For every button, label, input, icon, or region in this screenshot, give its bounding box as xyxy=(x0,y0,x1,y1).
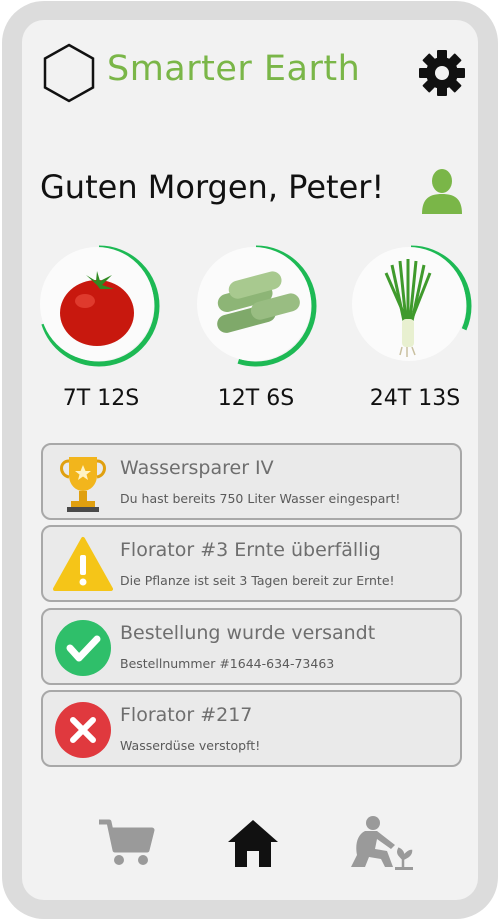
notification-card-harvest[interactable]: Florator #3 Ernte überfällig Die Pflanze… xyxy=(41,525,462,602)
tomato-icon xyxy=(60,271,134,346)
warning-icon xyxy=(53,537,113,591)
notification-title: Bestellung wurde versandt xyxy=(120,622,376,644)
gardening-icon[interactable] xyxy=(347,815,415,871)
plant-image xyxy=(40,247,154,361)
notification-title: Florator #3 Ernte überfällig xyxy=(120,539,381,561)
app-title: Smarter Earth xyxy=(107,49,361,89)
notification-subtitle: Wasserdüse verstopft! xyxy=(120,738,261,753)
notification-card-error[interactable]: Florator #217 Wasserdüse verstopft! xyxy=(41,690,462,767)
plant-tile-zucchini[interactable] xyxy=(194,244,318,368)
hexagon-logo-icon xyxy=(43,43,95,103)
notification-subtitle: Die Pflanze ist seit 3 Tagen bereit zur … xyxy=(120,573,395,588)
gear-icon[interactable] xyxy=(417,48,467,98)
zucchini-icon xyxy=(217,271,300,333)
notification-title: Wassersparer IV xyxy=(120,457,274,479)
plant-time-spring-onion: 24T 13S xyxy=(369,386,461,411)
greeting-text: Guten Morgen, Peter! xyxy=(40,168,385,206)
notification-card-achievement[interactable]: Wassersparer IV Du hast bereits 750 Lite… xyxy=(41,443,462,520)
spring-onion-icon xyxy=(384,259,432,357)
plant-time-zucchini: 12T 6S xyxy=(217,386,295,411)
notification-subtitle: Bestellnummer #1644-634-73463 xyxy=(120,656,335,671)
trophy-icon xyxy=(60,457,106,512)
plant-tile-spring-onion[interactable] xyxy=(349,244,473,368)
check-icon xyxy=(55,620,111,676)
home-icon[interactable] xyxy=(225,817,281,869)
plant-image xyxy=(197,247,311,361)
notification-subtitle: Du hast bereits 750 Liter Wasser eingesp… xyxy=(120,491,401,506)
plant-tile-tomato[interactable] xyxy=(37,244,161,368)
plant-time-tomato: 7T 12S xyxy=(62,386,140,411)
notification-title: Florator #217 xyxy=(120,704,253,726)
plant-image xyxy=(352,247,466,361)
notification-card-shipping[interactable]: Bestellung wurde versandt Bestellnummer … xyxy=(41,608,462,685)
cart-icon[interactable] xyxy=(97,818,155,868)
error-icon xyxy=(55,702,111,758)
user-icon[interactable] xyxy=(420,166,464,214)
